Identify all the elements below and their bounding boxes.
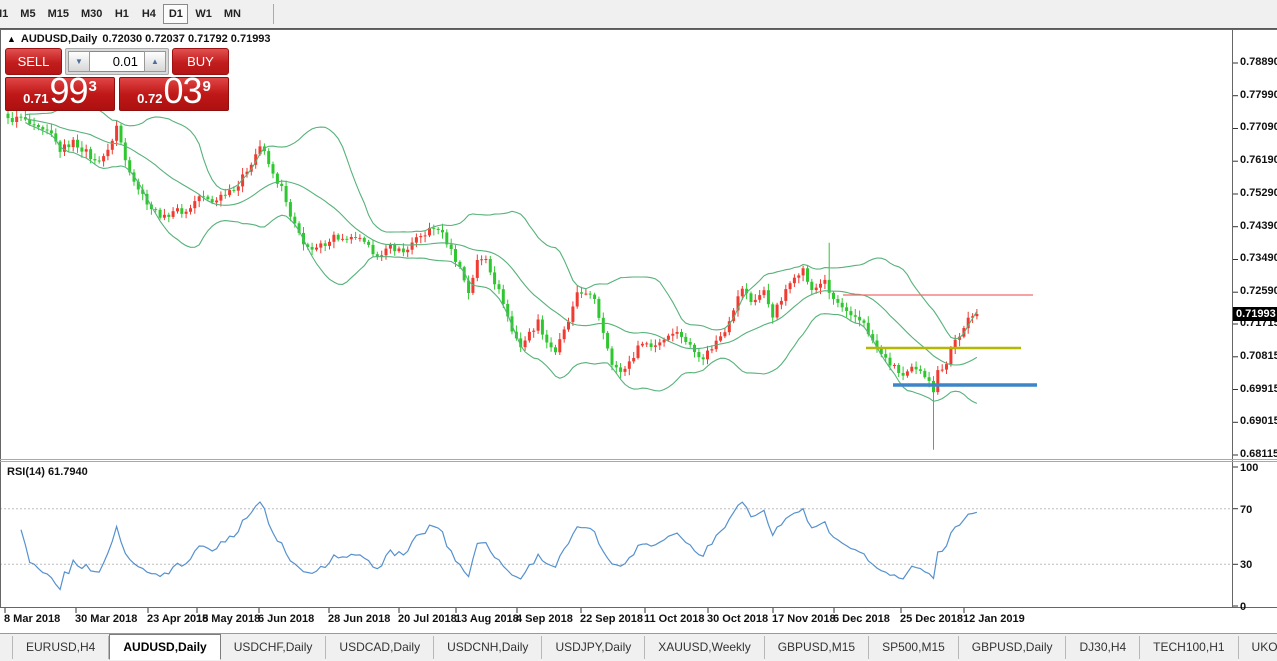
buy-price-tile[interactable]: 0.72 03 9	[119, 77, 229, 111]
price-axis-label: 0.68115	[1240, 448, 1277, 460]
date-axis-label: 30 Oct 2018	[707, 613, 768, 625]
date-axis-label: 15 May 2018	[196, 613, 260, 625]
buy-price-big: 03	[163, 73, 201, 109]
date-axis-label: 12 Jan 2019	[963, 613, 1025, 625]
one-click-trading-panel: SELL ▼ 0.01 ▲ BUY 0.71 99 3 0.72 03 9	[5, 48, 229, 111]
chevron-up-icon: ▲	[151, 57, 159, 66]
sell-price-big: 99	[49, 73, 87, 109]
date-axis-label: 13 Aug 2018	[455, 613, 519, 625]
price-axis-label: 0.69015	[1240, 415, 1277, 427]
sell-price-pip: 3	[89, 79, 97, 94]
date-axis-label: 20 Jul 2018	[398, 613, 457, 625]
date-axis-label: 30 Mar 2018	[75, 613, 137, 625]
sell-price-prefix: 0.71	[23, 92, 48, 105]
current-price-badge: 0.71993	[1233, 307, 1277, 321]
price-axis-label: 0.73490	[1240, 252, 1277, 264]
date-axis-label: 6 Dec 2018	[833, 613, 890, 625]
date-axis-label: 6 Jun 2018	[258, 613, 314, 625]
trading-platform-window: { "toolbar": { "timeframes": ["M1","M5",…	[0, 0, 1277, 661]
date-axis-label: 25 Dec 2018	[900, 613, 963, 625]
date-axis-label: 17 Nov 2018	[772, 613, 836, 625]
volume-increase-button[interactable]: ▲	[144, 51, 166, 72]
buy-price-prefix: 0.72	[137, 92, 162, 105]
chart-header: ▲ AUDUSD,Daily 0.72030 0.72037 0.71792 0…	[7, 33, 271, 45]
rsi-axis-label: 100	[1240, 462, 1258, 474]
price-axis-label: 0.78890	[1240, 56, 1277, 68]
price-axis-label: 0.77990	[1240, 89, 1277, 101]
price-axis-label: 0.69915	[1240, 383, 1277, 395]
candlesticks	[7, 109, 979, 450]
date-axis-label: 11 Oct 2018	[644, 613, 705, 625]
rsi-axis-label: 70	[1240, 504, 1252, 516]
price-axis-label: 0.75290	[1240, 187, 1277, 199]
rsi-indicator	[0, 502, 1232, 590]
date-axis-label: 28 Jun 2018	[328, 613, 390, 625]
chart-frame	[0, 29, 1277, 613]
rsi-indicator-label: RSI(14) 61.7940	[7, 466, 88, 478]
price-axis-label: 0.74390	[1240, 220, 1277, 232]
sell-price-tile[interactable]: 0.71 99 3	[5, 77, 115, 111]
chart-symbol-period: AUDUSD,Daily	[21, 33, 97, 45]
volume-input[interactable]: 0.01	[90, 51, 144, 72]
date-axis-label: 22 Sep 2018	[580, 613, 643, 625]
chart-ohlc-values: 0.72030 0.72037 0.71792 0.71993	[102, 33, 270, 45]
rsi-axis-label: 0	[1240, 601, 1246, 613]
symbol-chart-icon: ▲	[7, 35, 16, 44]
price-axis-label: 0.76190	[1240, 154, 1277, 166]
date-axis-label: 4 Sep 2018	[516, 613, 573, 625]
buy-price-pip: 9	[203, 79, 211, 94]
price-axis-label: 0.70815	[1240, 350, 1277, 362]
volume-decrease-button[interactable]: ▼	[68, 51, 90, 72]
chevron-down-icon: ▼	[75, 57, 83, 66]
rsi-axis-label: 30	[1240, 559, 1252, 571]
date-axis-label: 8 Mar 2018	[4, 613, 60, 625]
price-axis-label: 0.77090	[1240, 121, 1277, 133]
price-axis-label: 0.72590	[1240, 285, 1277, 297]
bollinger-bands	[25, 108, 977, 404]
